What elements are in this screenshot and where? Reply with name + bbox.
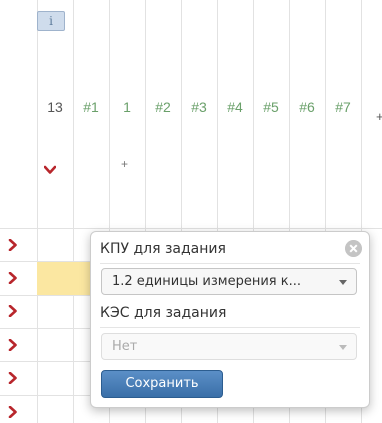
chevron-down-icon[interactable] <box>44 164 56 176</box>
add-icon[interactable]: + <box>121 157 128 171</box>
chevron-right-icon[interactable] <box>8 239 18 251</box>
grid-line <box>73 0 74 423</box>
column-header[interactable]: 1 <box>109 99 145 115</box>
column-header[interactable]: #4 <box>217 99 253 115</box>
column-header[interactable]: #6 <box>289 99 325 115</box>
row-line <box>0 328 90 329</box>
save-button[interactable]: Сохранить <box>101 370 223 398</box>
chevron-down-icon <box>339 280 347 285</box>
chevron-right-icon[interactable] <box>8 406 18 418</box>
row-line <box>0 295 90 296</box>
chevron-right-icon[interactable] <box>8 305 18 317</box>
row-line <box>0 228 382 229</box>
chevron-right-icon[interactable] <box>8 339 18 351</box>
grid-line <box>37 0 38 423</box>
kpu-select-value: 1.2 единицы измерения к... <box>112 274 302 289</box>
kes-select-value: Нет <box>112 339 138 354</box>
column-header[interactable]: 13 <box>37 99 73 115</box>
column-header[interactable]: #3 <box>181 99 217 115</box>
column-header[interactable]: #7 <box>325 99 361 115</box>
divider <box>100 327 360 328</box>
row-line <box>0 361 90 362</box>
divider <box>100 263 360 264</box>
kpu-label: КПУ для задания <box>100 241 226 257</box>
row-line <box>0 395 90 396</box>
close-icon[interactable] <box>345 240 362 257</box>
add-column-icon[interactable]: + <box>376 109 382 124</box>
kes-label: КЭС для задания <box>100 305 227 321</box>
chevron-right-icon[interactable] <box>8 272 18 284</box>
kes-select[interactable]: Нет <box>101 333 357 360</box>
chevron-right-icon[interactable] <box>8 372 18 384</box>
column-header[interactable]: #1 <box>73 99 109 115</box>
column-header[interactable]: #2 <box>145 99 181 115</box>
column-header[interactable]: #5 <box>253 99 289 115</box>
chevron-down-icon <box>339 345 347 350</box>
kpu-select[interactable]: 1.2 единицы измерения к... <box>101 268 357 295</box>
assignment-popup: КПУ для задания 1.2 единицы измерения к.… <box>90 231 370 408</box>
column-header-row: 13 #1 1 #2 #3 #4 #5 #6 #7 <box>0 99 382 119</box>
info-tag[interactable]: i <box>37 11 65 31</box>
